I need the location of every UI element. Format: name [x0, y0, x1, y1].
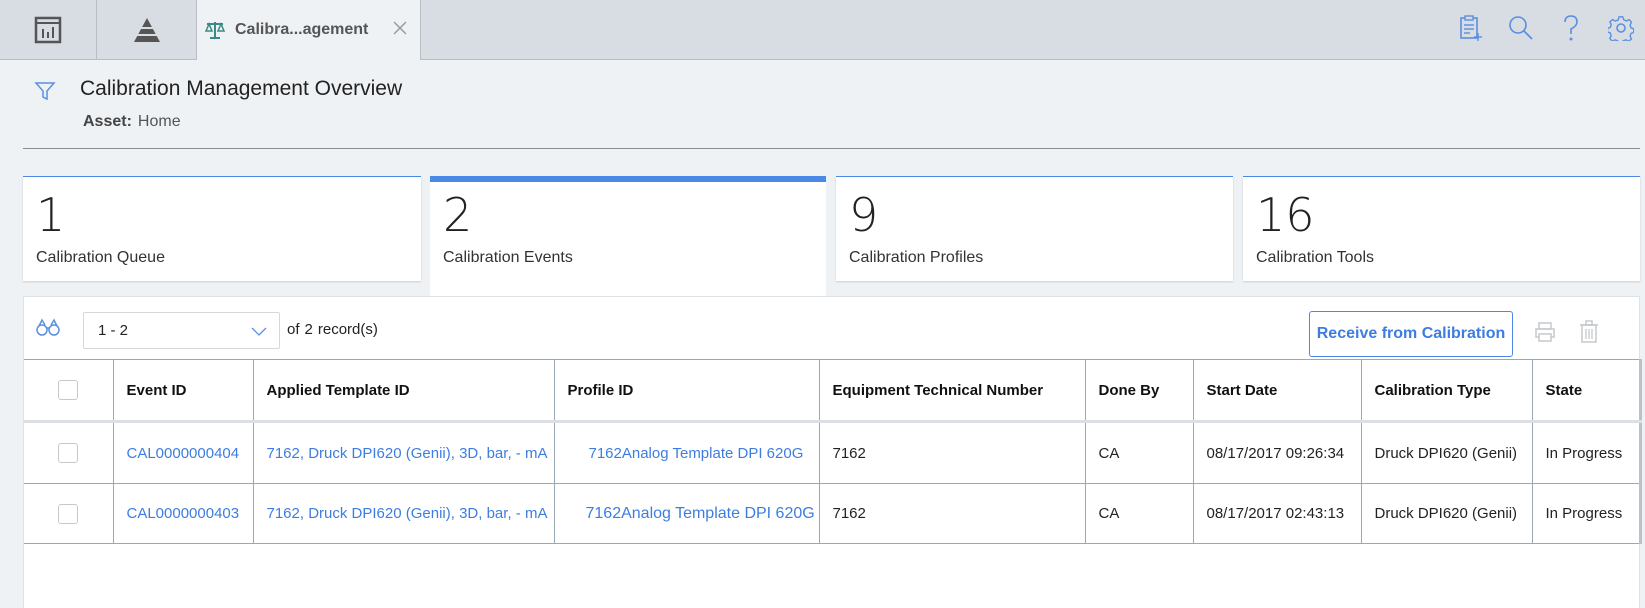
app-tab-bar: Calibra...agement [0, 0, 1645, 60]
filter-icon[interactable] [34, 80, 56, 102]
column-header-profile-id[interactable]: Profile ID [553, 359, 820, 423]
page-range-select[interactable]: 1 - 2 [83, 312, 280, 349]
total-count: 2 [304, 321, 313, 338]
column-header-done-by[interactable]: Done By [1084, 359, 1194, 423]
page-range-value: 1 - 2 [98, 322, 129, 339]
dashboard-icon [34, 16, 62, 43]
search-button[interactable] [1507, 12, 1535, 44]
card-count: 2 [443, 188, 473, 242]
applied-template-link[interactable]: 7162, Druck DPI620 (Genii), 3D, bar, - m… [252, 483, 555, 544]
row-select-cell [24, 483, 114, 544]
scales-icon [205, 22, 225, 39]
start-date: 08/17/2017 02:43:13 [1192, 483, 1362, 544]
card-calibration-events[interactable]: 2 Calibration Events [430, 176, 826, 299]
event-id-link[interactable]: CAL0000000403 [112, 483, 254, 544]
help-icon [1564, 15, 1578, 41]
trash-icon[interactable] [1579, 320, 1599, 344]
card-calibration-profiles[interactable]: 9 Calibration Profiles [836, 176, 1233, 281]
card-label: Calibration Profiles [849, 249, 984, 266]
column-header-start-date[interactable]: Start Date [1192, 359, 1362, 423]
search-icon [1509, 16, 1533, 40]
events-panel: 1 - 2 of 2 record(s) Receive from Calibrat… [23, 296, 1642, 608]
of-label: of [287, 321, 300, 338]
calibration-type: Druck DPI620 (Genii) [1360, 421, 1533, 484]
card-count: 1 [36, 188, 66, 242]
start-date: 08/17/2017 09:26:34 [1192, 421, 1362, 484]
row-checkbox[interactable] [58, 443, 79, 463]
card-calibration-tools[interactable]: 16 Calibration Tools [1243, 176, 1640, 281]
profile-id-link[interactable]: 7162Analog Template DPI 620G [553, 421, 820, 484]
calibration-type: Druck DPI620 (Genii) [1360, 483, 1533, 544]
column-header-equipment-technical-number[interactable]: Equipment Technical Number [818, 359, 1086, 423]
column-header-calibration-type[interactable]: Calibration Type [1360, 359, 1533, 423]
tab-pyramid[interactable] [97, 0, 197, 59]
state: In Progress [1531, 421, 1642, 484]
card-label: Calibration Queue [36, 249, 165, 266]
applied-template-link[interactable]: 7162, Druck DPI620 (Genii), 3D, bar, - m… [252, 421, 555, 484]
card-count: 9 [849, 188, 879, 242]
header-divider [23, 148, 1640, 149]
page-title: Calibration Management Overview [80, 77, 403, 100]
new-document-icon [1460, 15, 1482, 41]
row-checkbox[interactable] [58, 503, 79, 524]
column-header-applied-template-id[interactable]: Applied Template ID [252, 359, 555, 423]
records-label: record(s) [317, 321, 378, 338]
asset-label: Asset: [83, 113, 132, 130]
row-select-cell [24, 421, 114, 484]
record-count: of 2 record(s) [287, 321, 383, 338]
profile-id-link[interactable]: 7162Analog Template DPI 620G [553, 483, 820, 544]
tab-label: Calibra...agement [235, 21, 369, 38]
receive-from-calibration-button[interactable]: Receive from Calibration [1309, 311, 1513, 357]
select-all-checkbox[interactable] [58, 380, 79, 400]
equipment-technical-number: 7162 [818, 421, 1086, 484]
print-icon[interactable] [1534, 321, 1556, 343]
new-document-button[interactable] [1457, 12, 1485, 44]
asset-breadcrumb: Asset: Home [83, 113, 181, 131]
event-id-link[interactable]: CAL0000000404 [112, 421, 254, 484]
binoculars-icon[interactable] [36, 317, 60, 337]
state: In Progress [1531, 483, 1642, 544]
equipment-technical-number: 7162 [818, 483, 1086, 544]
card-label: Calibration Tools [1256, 249, 1374, 266]
card-count: 16 [1256, 188, 1315, 242]
help-button[interactable] [1557, 12, 1585, 44]
done-by: CA [1084, 483, 1194, 544]
pyramid-icon [133, 17, 160, 42]
column-header-state[interactable]: State [1531, 359, 1642, 423]
card-label: Calibration Events [443, 249, 573, 266]
card-calibration-queue[interactable]: 1 Calibration Queue [23, 176, 421, 281]
close-icon[interactable] [390, 18, 410, 38]
chevron-down-icon [251, 327, 267, 336]
table-row[interactable]: CAL0000000404 7162, Druck DPI620 (Genii)… [24, 421, 1642, 484]
asset-value: Home [137, 113, 181, 130]
table-header-row: Event ID Applied Template ID Profile ID … [24, 359, 1642, 423]
settings-button[interactable] [1607, 12, 1635, 44]
tab-dashboard[interactable] [0, 0, 97, 59]
tab-calibration-management[interactable]: Calibra...agement [197, 0, 421, 60]
done-by: CA [1084, 421, 1194, 484]
column-header-event-id[interactable]: Event ID [112, 359, 254, 423]
gear-icon [1608, 16, 1634, 41]
select-all-cell [24, 359, 114, 423]
table-row[interactable]: CAL0000000403 7162, Druck DPI620 (Genii)… [24, 483, 1642, 544]
events-table: Event ID Applied Template ID Profile ID … [24, 359, 1642, 544]
